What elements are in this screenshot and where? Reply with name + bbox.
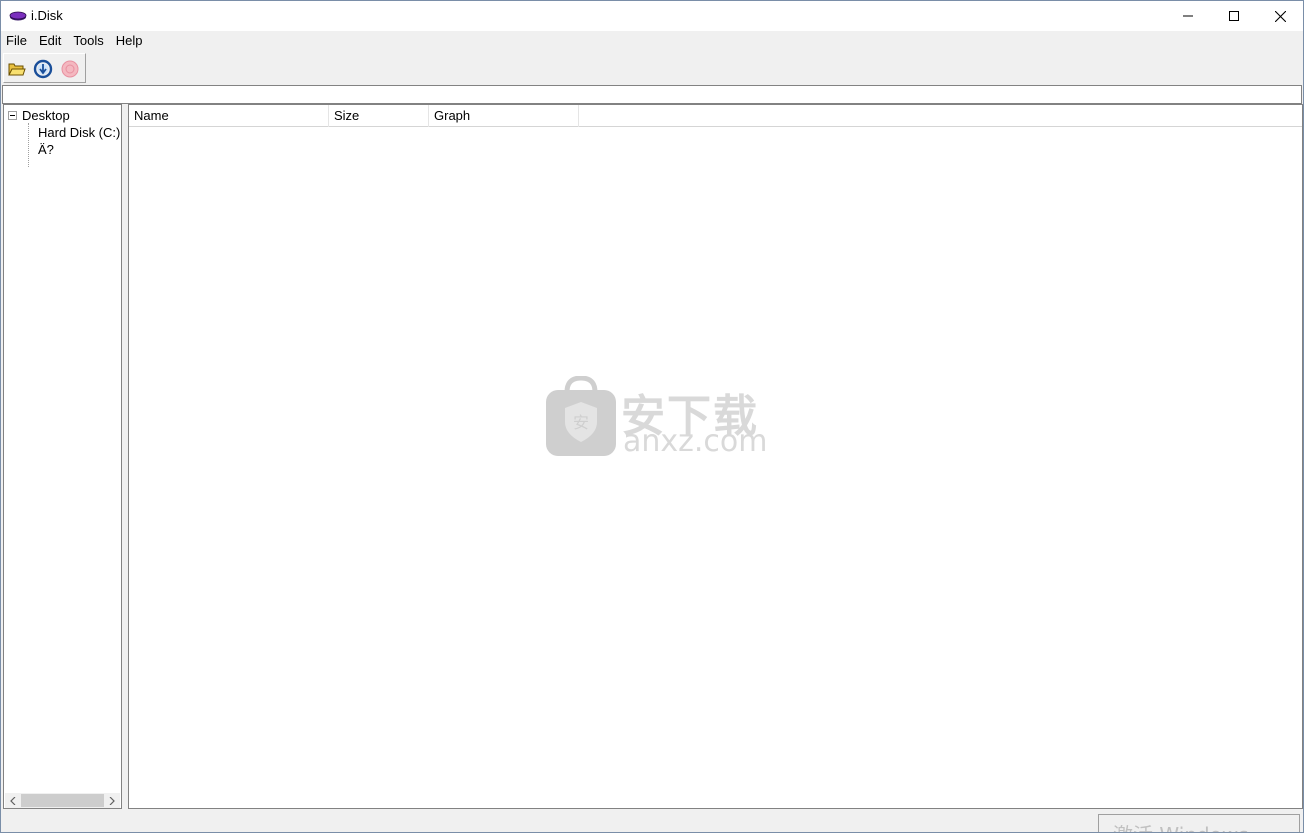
file-list: Name Size Graph 安 安下载 anxz.com <box>128 104 1303 809</box>
watermark: 安 安下载 anxz.com <box>545 376 768 460</box>
column-header-size[interactable]: Size <box>329 105 429 127</box>
open-folder-icon <box>8 63 26 76</box>
close-icon <box>1274 10 1286 22</box>
tree-item-unknown[interactable]: Ä? <box>38 142 54 157</box>
folder-tree: Desktop Hard Disk (C:) Ä? <box>3 104 122 809</box>
tree-connector <box>28 123 29 167</box>
maximize-button[interactable] <box>1211 1 1257 31</box>
column-header-empty <box>579 105 1302 127</box>
toolbar <box>1 51 1303 84</box>
refresh-icon <box>33 59 53 79</box>
collapse-icon[interactable] <box>8 111 17 120</box>
menu-tools[interactable]: Tools <box>67 31 109 51</box>
scroll-left-button[interactable] <box>7 794 19 807</box>
app-window: i.Disk File Edit Tools Help Desktop Hard… <box>0 0 1304 833</box>
scroll-right-button[interactable] <box>106 794 118 807</box>
close-button[interactable] <box>1257 1 1303 31</box>
window-title: i.Disk <box>31 8 63 23</box>
chevron-right-icon <box>109 796 115 805</box>
list-header: Name Size Graph <box>129 105 1302 127</box>
stop-icon <box>61 60 79 78</box>
minimize-button[interactable] <box>1165 1 1211 31</box>
stop-button[interactable] <box>59 58 81 80</box>
svg-text:安: 安 <box>573 413 589 432</box>
scroll-thumb[interactable] <box>21 794 104 807</box>
disk-icon <box>9 11 27 21</box>
menu-help[interactable]: Help <box>110 31 149 51</box>
column-header-name[interactable]: Name <box>129 105 329 127</box>
column-header-graph[interactable]: Graph <box>429 105 579 127</box>
open-folder-button[interactable] <box>6 58 28 80</box>
refresh-button[interactable] <box>32 58 54 80</box>
chevron-left-icon <box>10 796 16 805</box>
shopping-bag-shield-icon: 安 <box>546 376 616 456</box>
watermark-en-text: anxz.com <box>623 424 768 459</box>
tree-item-hard-disk[interactable]: Hard Disk (C:) <box>38 125 120 140</box>
minimize-icon <box>1183 15 1193 17</box>
path-input[interactable] <box>2 85 1302 104</box>
title-bar: i.Disk <box>1 1 1303 31</box>
status-panel: 激活 Windows <box>1098 814 1300 832</box>
status-bar: 激活 Windows <box>1 809 1303 832</box>
menu-bar: File Edit Tools Help <box>1 31 1303 51</box>
tree-horizontal-scrollbar[interactable] <box>5 793 120 808</box>
tree-item-desktop[interactable]: Desktop <box>22 108 70 123</box>
menu-file[interactable]: File <box>1 31 33 51</box>
menu-edit[interactable]: Edit <box>33 31 67 51</box>
status-text: 激活 Windows <box>1113 819 1249 832</box>
toolbar-group <box>3 53 86 83</box>
maximize-icon <box>1229 11 1239 21</box>
